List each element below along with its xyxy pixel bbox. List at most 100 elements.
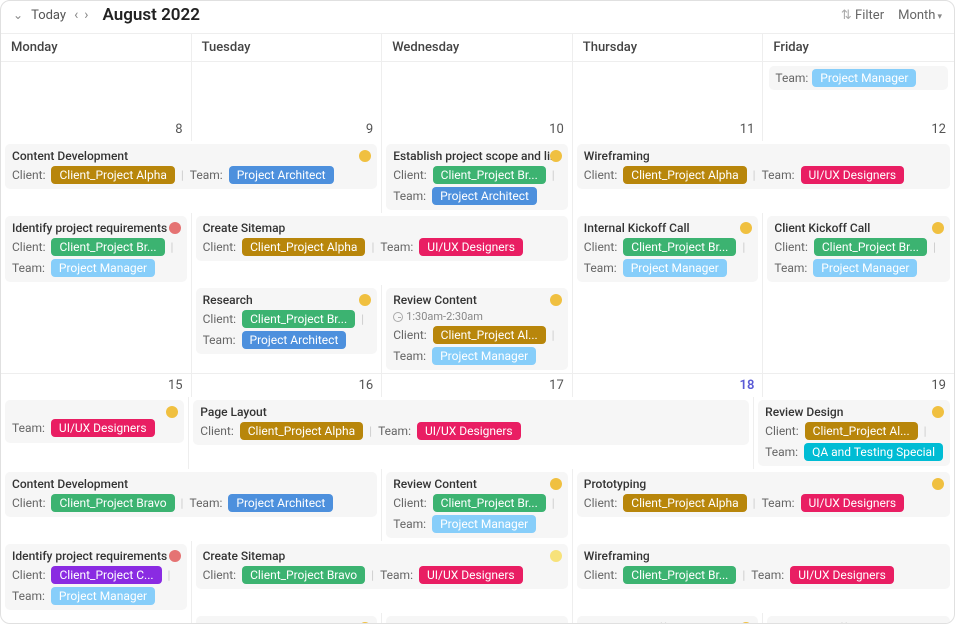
- event-page-layout[interactable]: Page Layout Client: Client_Project Alpha…: [193, 400, 749, 445]
- event-establish-scope[interactable]: Establish project scope and lin Client: …: [386, 144, 568, 210]
- client-tag[interactable]: Client_Project Alpha: [623, 494, 746, 512]
- team-tag[interactable]: Project Manager: [813, 259, 917, 277]
- day-cell[interactable]: [573, 285, 764, 373]
- team-tag[interactable]: UI/UX Designers: [801, 494, 905, 512]
- day-number[interactable]: 9: [192, 118, 383, 141]
- client-tag[interactable]: Client_Project Bravo: [51, 494, 174, 512]
- day-cell[interactable]: Establish project scope and lin Client: …: [382, 613, 573, 623]
- day-cell[interactable]: Research Client: Client_Project Br... | …: [192, 285, 383, 373]
- team-tag[interactable]: UI/UX Designers: [801, 166, 905, 184]
- client-tag[interactable]: Client_Project Br...: [51, 238, 164, 256]
- event-review-content[interactable]: Review Content 1:30am-2:30am Client: Cli…: [386, 288, 568, 370]
- event-review-content[interactable]: Review Content Client: Client_Project Br…: [386, 472, 568, 538]
- event-internal-kickoff[interactable]: Internal Kickoff Call Client: Client_Pro…: [577, 216, 759, 282]
- event-create-sitemap[interactable]: Create Sitemap Client: Client_Project Br…: [196, 544, 568, 589]
- team-tag[interactable]: Project Architect: [432, 187, 537, 205]
- client-tag[interactable]: Client_Project Br...: [433, 166, 546, 184]
- event-identify-requirements[interactable]: Identify project requirements Client: Cl…: [5, 544, 187, 610]
- day-cell[interactable]: Content Development Client: Client_Proje…: [1, 141, 382, 213]
- day-cell[interactable]: Identify project requirements Client: Cl…: [1, 213, 192, 285]
- event-wireframing[interactable]: Wireframing Client: Client_Project Alpha…: [577, 144, 950, 189]
- event-review-design[interactable]: Review Design Client: Client_Project Al.…: [758, 400, 950, 466]
- day-cell[interactable]: Review Content 1:30am-2:30am Client: Cli…: [382, 285, 573, 373]
- team-tag[interactable]: Project Manager: [623, 259, 727, 277]
- day-cell[interactable]: Establish project scope and lin Client: …: [382, 141, 573, 213]
- event-identify-requirements[interactable]: Identify project requirements Client: Cl…: [5, 216, 187, 282]
- day-number[interactable]: 8: [1, 118, 192, 141]
- day-cell[interactable]: Page Layout Client: Client_Project Alpha…: [189, 397, 754, 469]
- day-number[interactable]: 15: [1, 374, 192, 397]
- day-cell[interactable]: Content Development Client: Client_Proje…: [1, 469, 382, 541]
- day-cell[interactable]: Research Client: Client_Project C... | T…: [192, 613, 383, 623]
- day-cell[interactable]: Team: UI/UX Designers: [1, 397, 189, 469]
- day-cell[interactable]: Identify project requirements Client: Cl…: [1, 541, 192, 613]
- day-cell[interactable]: Prototyping Client: Client_Project Alpha…: [573, 469, 954, 541]
- day-cell[interactable]: Internal Kickoff Call Client: Client_Pro…: [573, 213, 764, 285]
- day-cell[interactable]: Wireframing Client: Client_Project Br...…: [573, 541, 954, 613]
- day-number[interactable]: 19: [763, 374, 954, 397]
- client-tag[interactable]: Client_Project Al...: [805, 422, 918, 440]
- day-number[interactable]: 10: [382, 118, 573, 141]
- event-content-development[interactable]: Content Development Client: Client_Proje…: [5, 144, 377, 189]
- day-cell[interactable]: Team: Project Manager: [763, 62, 954, 118]
- day-cell[interactable]: [1, 285, 192, 373]
- day-cell[interactable]: [382, 62, 573, 118]
- team-tag[interactable]: Project Manager: [812, 69, 916, 87]
- client-tag[interactable]: Client_Project Br...: [242, 310, 355, 328]
- team-tag[interactable]: Project Architect: [229, 166, 334, 184]
- team-tag[interactable]: UI/UX Designers: [419, 238, 523, 256]
- client-tag[interactable]: Client_Project Br...: [623, 238, 736, 256]
- event-establish-scope[interactable]: Establish project scope and lin Client: …: [386, 616, 568, 623]
- day-number[interactable]: 17: [382, 374, 573, 397]
- day-number[interactable]: 16: [192, 374, 383, 397]
- team-tag[interactable]: UI/UX Designers: [417, 422, 521, 440]
- event-client-kickoff[interactable]: Client Kickoff Call Client: Client_Proje…: [767, 616, 950, 623]
- day-cell[interactable]: [1, 62, 192, 118]
- team-tag[interactable]: UI/UX Designers: [419, 566, 523, 584]
- team-tag[interactable]: QA and Testing Special: [804, 443, 943, 461]
- event-prototyping[interactable]: Prototyping Client: Client_Project Alpha…: [577, 472, 950, 517]
- day-number[interactable]: 12: [763, 118, 954, 141]
- team-tag[interactable]: Project Manager: [432, 515, 536, 533]
- client-tag[interactable]: Client_Project Bravo: [242, 566, 365, 584]
- event-fragment[interactable]: Team: UI/UX Designers: [5, 400, 184, 443]
- event-content-development[interactable]: Content Development Client: Client_Proje…: [5, 472, 377, 517]
- collapse-icon[interactable]: ⌄: [13, 8, 23, 22]
- client-tag[interactable]: Client_Project Br...: [623, 566, 736, 584]
- day-number[interactable]: 11: [573, 118, 764, 141]
- event-research[interactable]: Research Client: Client_Project Br... | …: [196, 288, 378, 354]
- event-wireframing[interactable]: Wireframing Client: Client_Project Br...…: [577, 544, 950, 589]
- client-tag[interactable]: Client_Project Al...: [433, 326, 546, 344]
- day-cell[interactable]: [763, 285, 954, 373]
- client-tag[interactable]: Client_Project Alpha: [242, 238, 365, 256]
- event-client-kickoff[interactable]: Client Kickoff Call Client: Client_Proje…: [767, 216, 950, 282]
- client-tag[interactable]: Client_Project Br...: [433, 494, 546, 512]
- client-tag[interactable]: Client_Project Alpha: [51, 166, 174, 184]
- team-tag[interactable]: UI/UX Designers: [51, 419, 155, 437]
- day-cell[interactable]: Review Content Client: Client_Project Br…: [382, 469, 573, 541]
- team-tag[interactable]: Project Architect: [242, 331, 347, 349]
- prev-month-icon[interactable]: ‹: [74, 7, 78, 23]
- filter-button[interactable]: ⇅ Filter: [841, 8, 884, 23]
- view-dropdown[interactable]: Month▾: [898, 8, 942, 23]
- day-cell[interactable]: Create Sitemap Client: Client_Project Br…: [192, 541, 573, 613]
- today-button[interactable]: Today: [31, 8, 66, 23]
- client-tag[interactable]: Client_Project Alpha: [623, 166, 746, 184]
- team-tag[interactable]: Project Manager: [51, 587, 155, 605]
- team-tag[interactable]: Project Architect: [228, 494, 333, 512]
- client-tag[interactable]: Client_Project Alpha: [240, 422, 363, 440]
- client-tag[interactable]: Client_Project C...: [51, 566, 161, 584]
- team-tag[interactable]: Project Manager: [51, 259, 155, 277]
- team-tag[interactable]: Project Manager: [432, 347, 536, 365]
- day-cell[interactable]: Internal Kickoff Call Client: Client_Pro…: [573, 613, 764, 623]
- day-cell[interactable]: [1, 613, 192, 623]
- event-fragment[interactable]: Team: Project Manager: [769, 66, 948, 90]
- day-number-today[interactable]: 18: [573, 374, 764, 397]
- day-cell[interactable]: Client Kickoff Call Client: Client_Proje…: [763, 213, 954, 285]
- team-tag[interactable]: UI/UX Designers: [790, 566, 894, 584]
- day-cell[interactable]: Review Design Client: Client_Project Al.…: [754, 397, 954, 469]
- next-month-icon[interactable]: ›: [84, 7, 88, 23]
- day-cell[interactable]: Client Kickoff Call Client: Client_Proje…: [763, 613, 954, 623]
- day-cell[interactable]: Create Sitemap Client: Client_Project Al…: [192, 213, 573, 285]
- event-research[interactable]: Research Client: Client_Project C... | T…: [196, 616, 378, 623]
